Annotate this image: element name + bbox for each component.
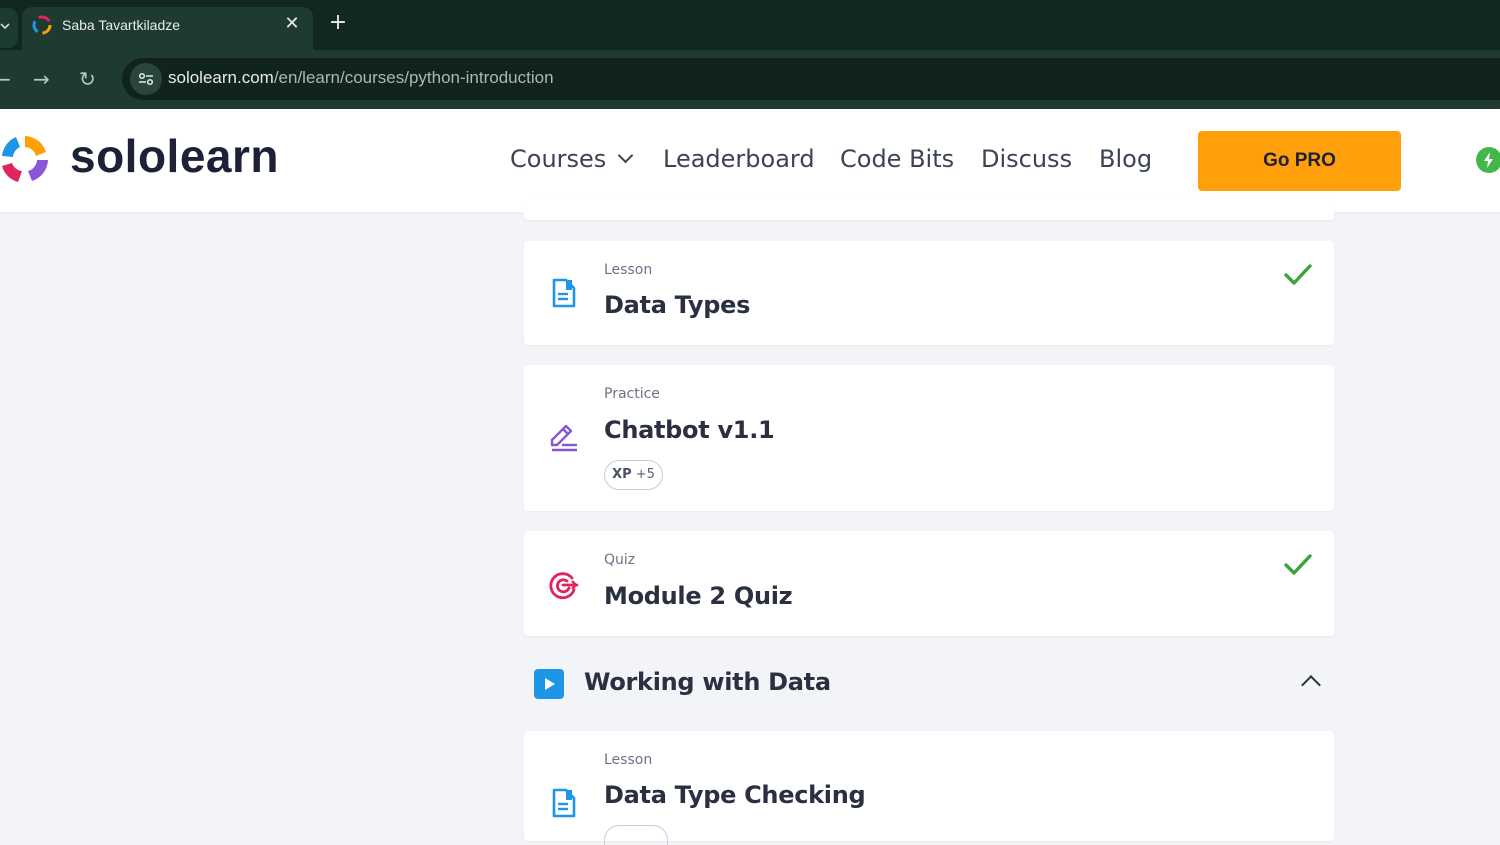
- logo-wordmark[interactable]: sololearn: [70, 129, 279, 183]
- xp-badge: XP +5: [604, 460, 663, 490]
- address-bar[interactable]: sololearn.com/en/learn/courses/python-in…: [122, 58, 1500, 100]
- nav-code-bits[interactable]: Code Bits: [840, 145, 954, 173]
- item-title: Chatbot v1.1: [604, 416, 775, 444]
- practice-card-chatbot[interactable]: Practice Chatbot v1.1 XP +5: [524, 365, 1334, 511]
- nav-courses-label: Courses: [510, 145, 607, 173]
- chevron-down-icon: [618, 147, 634, 164]
- xp-badge: [604, 825, 668, 845]
- sololearn-logo-icon[interactable]: [0, 130, 54, 188]
- quiz-target-icon: [549, 572, 579, 600]
- item-type-label: Lesson: [604, 752, 653, 768]
- nav-blog[interactable]: Blog: [1099, 145, 1152, 173]
- sololearn-favicon-icon: [32, 15, 52, 35]
- item-title: Data Types: [604, 291, 751, 319]
- streak-bolt-icon[interactable]: [1476, 147, 1500, 173]
- url-text: sololearn.com/en/learn/courses/python-in…: [168, 68, 554, 88]
- xp-value: +5: [635, 467, 655, 482]
- completed-check-icon: [1284, 554, 1312, 575]
- practice-pencil-icon: [550, 424, 577, 452]
- item-type-label: Practice: [604, 386, 660, 402]
- url-host: sololearn.com: [168, 68, 274, 87]
- site-info-icon[interactable]: [130, 63, 162, 95]
- browser-tab-active[interactable]: Saba Tavartkiladze ✕: [22, 7, 313, 50]
- item-type-label: Quiz: [604, 552, 636, 568]
- module-section-header[interactable]: Working with Data: [524, 660, 1334, 706]
- completed-check-icon: [1284, 264, 1312, 285]
- item-title: Module 2 Quiz: [604, 582, 793, 610]
- tab-list-chevron-icon[interactable]: [0, 8, 18, 48]
- new-tab-button[interactable]: +: [326, 10, 350, 35]
- forward-button[interactable]: →: [33, 67, 50, 91]
- reload-button[interactable]: ↻: [79, 67, 96, 91]
- lesson-document-icon: [552, 788, 576, 818]
- site-header: sololearn Courses Leaderboard Code Bits …: [0, 109, 1500, 212]
- item-title: Data Type Checking: [604, 781, 866, 809]
- tab-close-icon[interactable]: ✕: [284, 13, 300, 34]
- nav-discuss[interactable]: Discuss: [981, 145, 1072, 173]
- item-type-label: Lesson: [604, 262, 653, 278]
- lesson-card-data-types[interactable]: Lesson Data Types: [524, 241, 1334, 345]
- tab-title: Saba Tavartkiladze: [62, 17, 181, 33]
- browser-tab-bar: Saba Tavartkiladze ✕ +: [0, 0, 1500, 50]
- quiz-card-module-2[interactable]: Quiz Module 2 Quiz: [524, 531, 1334, 636]
- xp-label: XP: [612, 467, 632, 482]
- browser-toolbar: ← → ↻ sololearn.com/en/learn/courses/pyt…: [0, 50, 1500, 109]
- nav-courses[interactable]: Courses: [510, 145, 634, 173]
- go-pro-button[interactable]: Go PRO: [1198, 131, 1401, 191]
- chevron-up-icon[interactable]: [1301, 675, 1321, 695]
- lesson-card-data-type-checking[interactable]: Lesson Data Type Checking: [524, 731, 1334, 845]
- nav-leaderboard[interactable]: Leaderboard: [663, 145, 815, 173]
- url-path: /en/learn/courses/python-introduction: [273, 68, 554, 87]
- lesson-document-icon: [552, 278, 576, 308]
- play-icon: [534, 669, 564, 699]
- previous-item-card[interactable]: [524, 200, 1334, 220]
- back-button[interactable]: ←: [0, 67, 11, 91]
- section-title: Working with Data: [584, 668, 831, 696]
